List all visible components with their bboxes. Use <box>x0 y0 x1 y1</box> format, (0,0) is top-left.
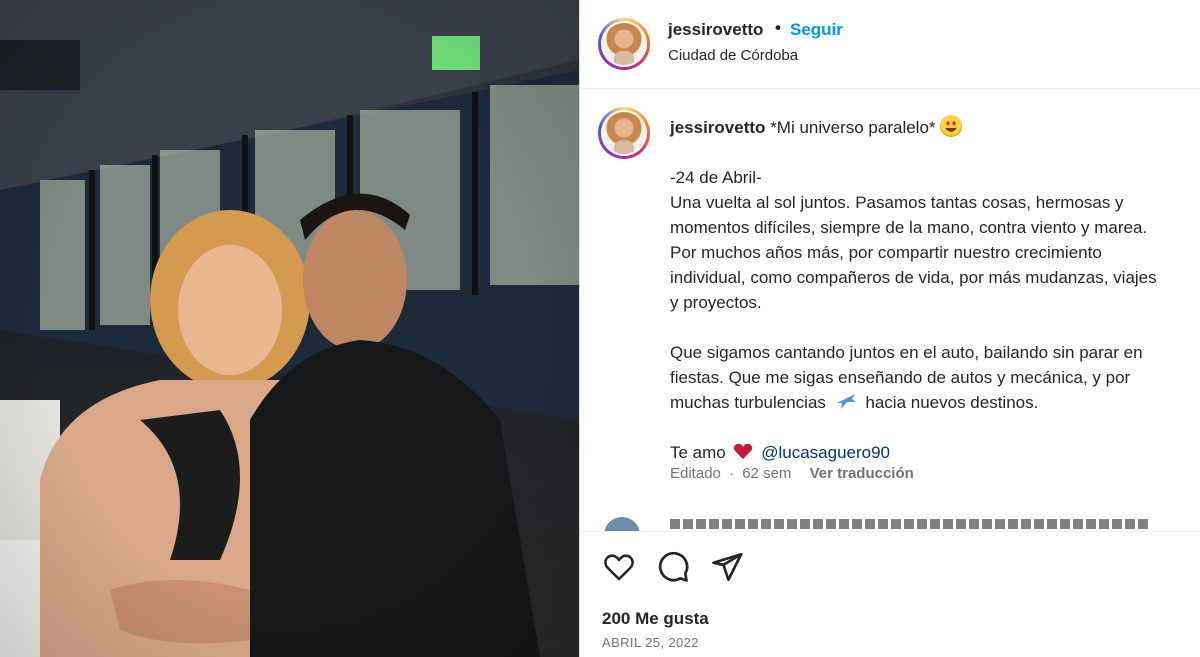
airplane-emoji-icon <box>835 390 857 412</box>
caption-line: individual, como compañeros de vida, por… <box>670 268 1157 287</box>
caption-line: momentos difíciles, siempre de la mano, … <box>670 218 1148 237</box>
caption-line: muchas turbulencias hacia nuevos destino… <box>670 390 1200 415</box>
comment-icon[interactable] <box>656 550 690 584</box>
post-header: jessirovetto • Seguir Ciudad de Córdoba <box>580 0 1200 89</box>
caption-body: -24 de Abril- Una vuelta al sol juntos. … <box>670 165 1200 465</box>
caption-section: jessirovetto *Mi universo paralelo* -24 … <box>580 89 1200 531</box>
author-username[interactable]: jessirovetto <box>668 20 763 40</box>
photo-illustration <box>0 0 579 657</box>
likes-count[interactable]: 200 Me gusta <box>602 609 709 629</box>
post-date: ABRIL 25, 2022 <box>602 635 699 650</box>
caption-username[interactable]: jessirovetto <box>670 118 765 137</box>
caption-line: Que sigamos cantando juntos en el auto, … <box>670 343 1143 362</box>
caption-line: Por muchos años más, por compartir nuest… <box>670 243 1102 262</box>
post-photo[interactable] <box>0 0 579 657</box>
caption-title: *Mi universo paralelo* <box>770 118 936 137</box>
caption-line: -24 de Abril- <box>670 168 762 187</box>
heart-icon[interactable] <box>602 550 636 584</box>
caption-header: jessirovetto *Mi universo paralelo* <box>670 115 963 138</box>
send-icon[interactable] <box>710 550 744 584</box>
caption-meta: Editado · 62 sem Ver traducción <box>670 465 914 482</box>
caption-avatar[interactable] <box>598 107 650 159</box>
separator-dot: • <box>775 18 781 37</box>
post-sidebar: jessirovetto • Seguir Ciudad de Córdoba … <box>580 0 1200 657</box>
caption-line: y proyectos. <box>670 293 762 312</box>
actions-divider <box>580 531 1200 532</box>
post-age[interactable]: 62 sem <box>742 465 791 482</box>
caption-text: muchas turbulencias <box>670 393 826 412</box>
action-icons <box>602 550 744 586</box>
caption-line: fiestas. Que me sigas enseñando de autos… <box>670 368 1131 387</box>
see-translation-link[interactable]: Ver traducción <box>810 465 914 482</box>
love-text: Te amo <box>670 443 726 462</box>
follow-button[interactable]: Seguir <box>790 20 843 40</box>
caption-line: Una vuelta al sol juntos. Pasamos tantas… <box>670 193 1124 212</box>
heart-eyes-emoji-icon <box>940 115 963 137</box>
comment-preview-cutoff <box>604 517 1200 531</box>
comment-text-cutoff <box>670 519 1150 529</box>
heart-emoji-icon <box>732 440 754 462</box>
caption-line: Te amo @lucasaguero90 <box>670 440 1200 465</box>
caption-text: hacia nuevos destinos. <box>865 393 1039 412</box>
commenter-avatar[interactable] <box>604 517 640 531</box>
edited-label: Editado <box>670 465 721 482</box>
post-location[interactable]: Ciudad de Córdoba <box>668 47 798 64</box>
user-mention-link[interactable]: @lucasaguero90 <box>761 443 890 462</box>
author-avatar[interactable] <box>598 18 650 70</box>
